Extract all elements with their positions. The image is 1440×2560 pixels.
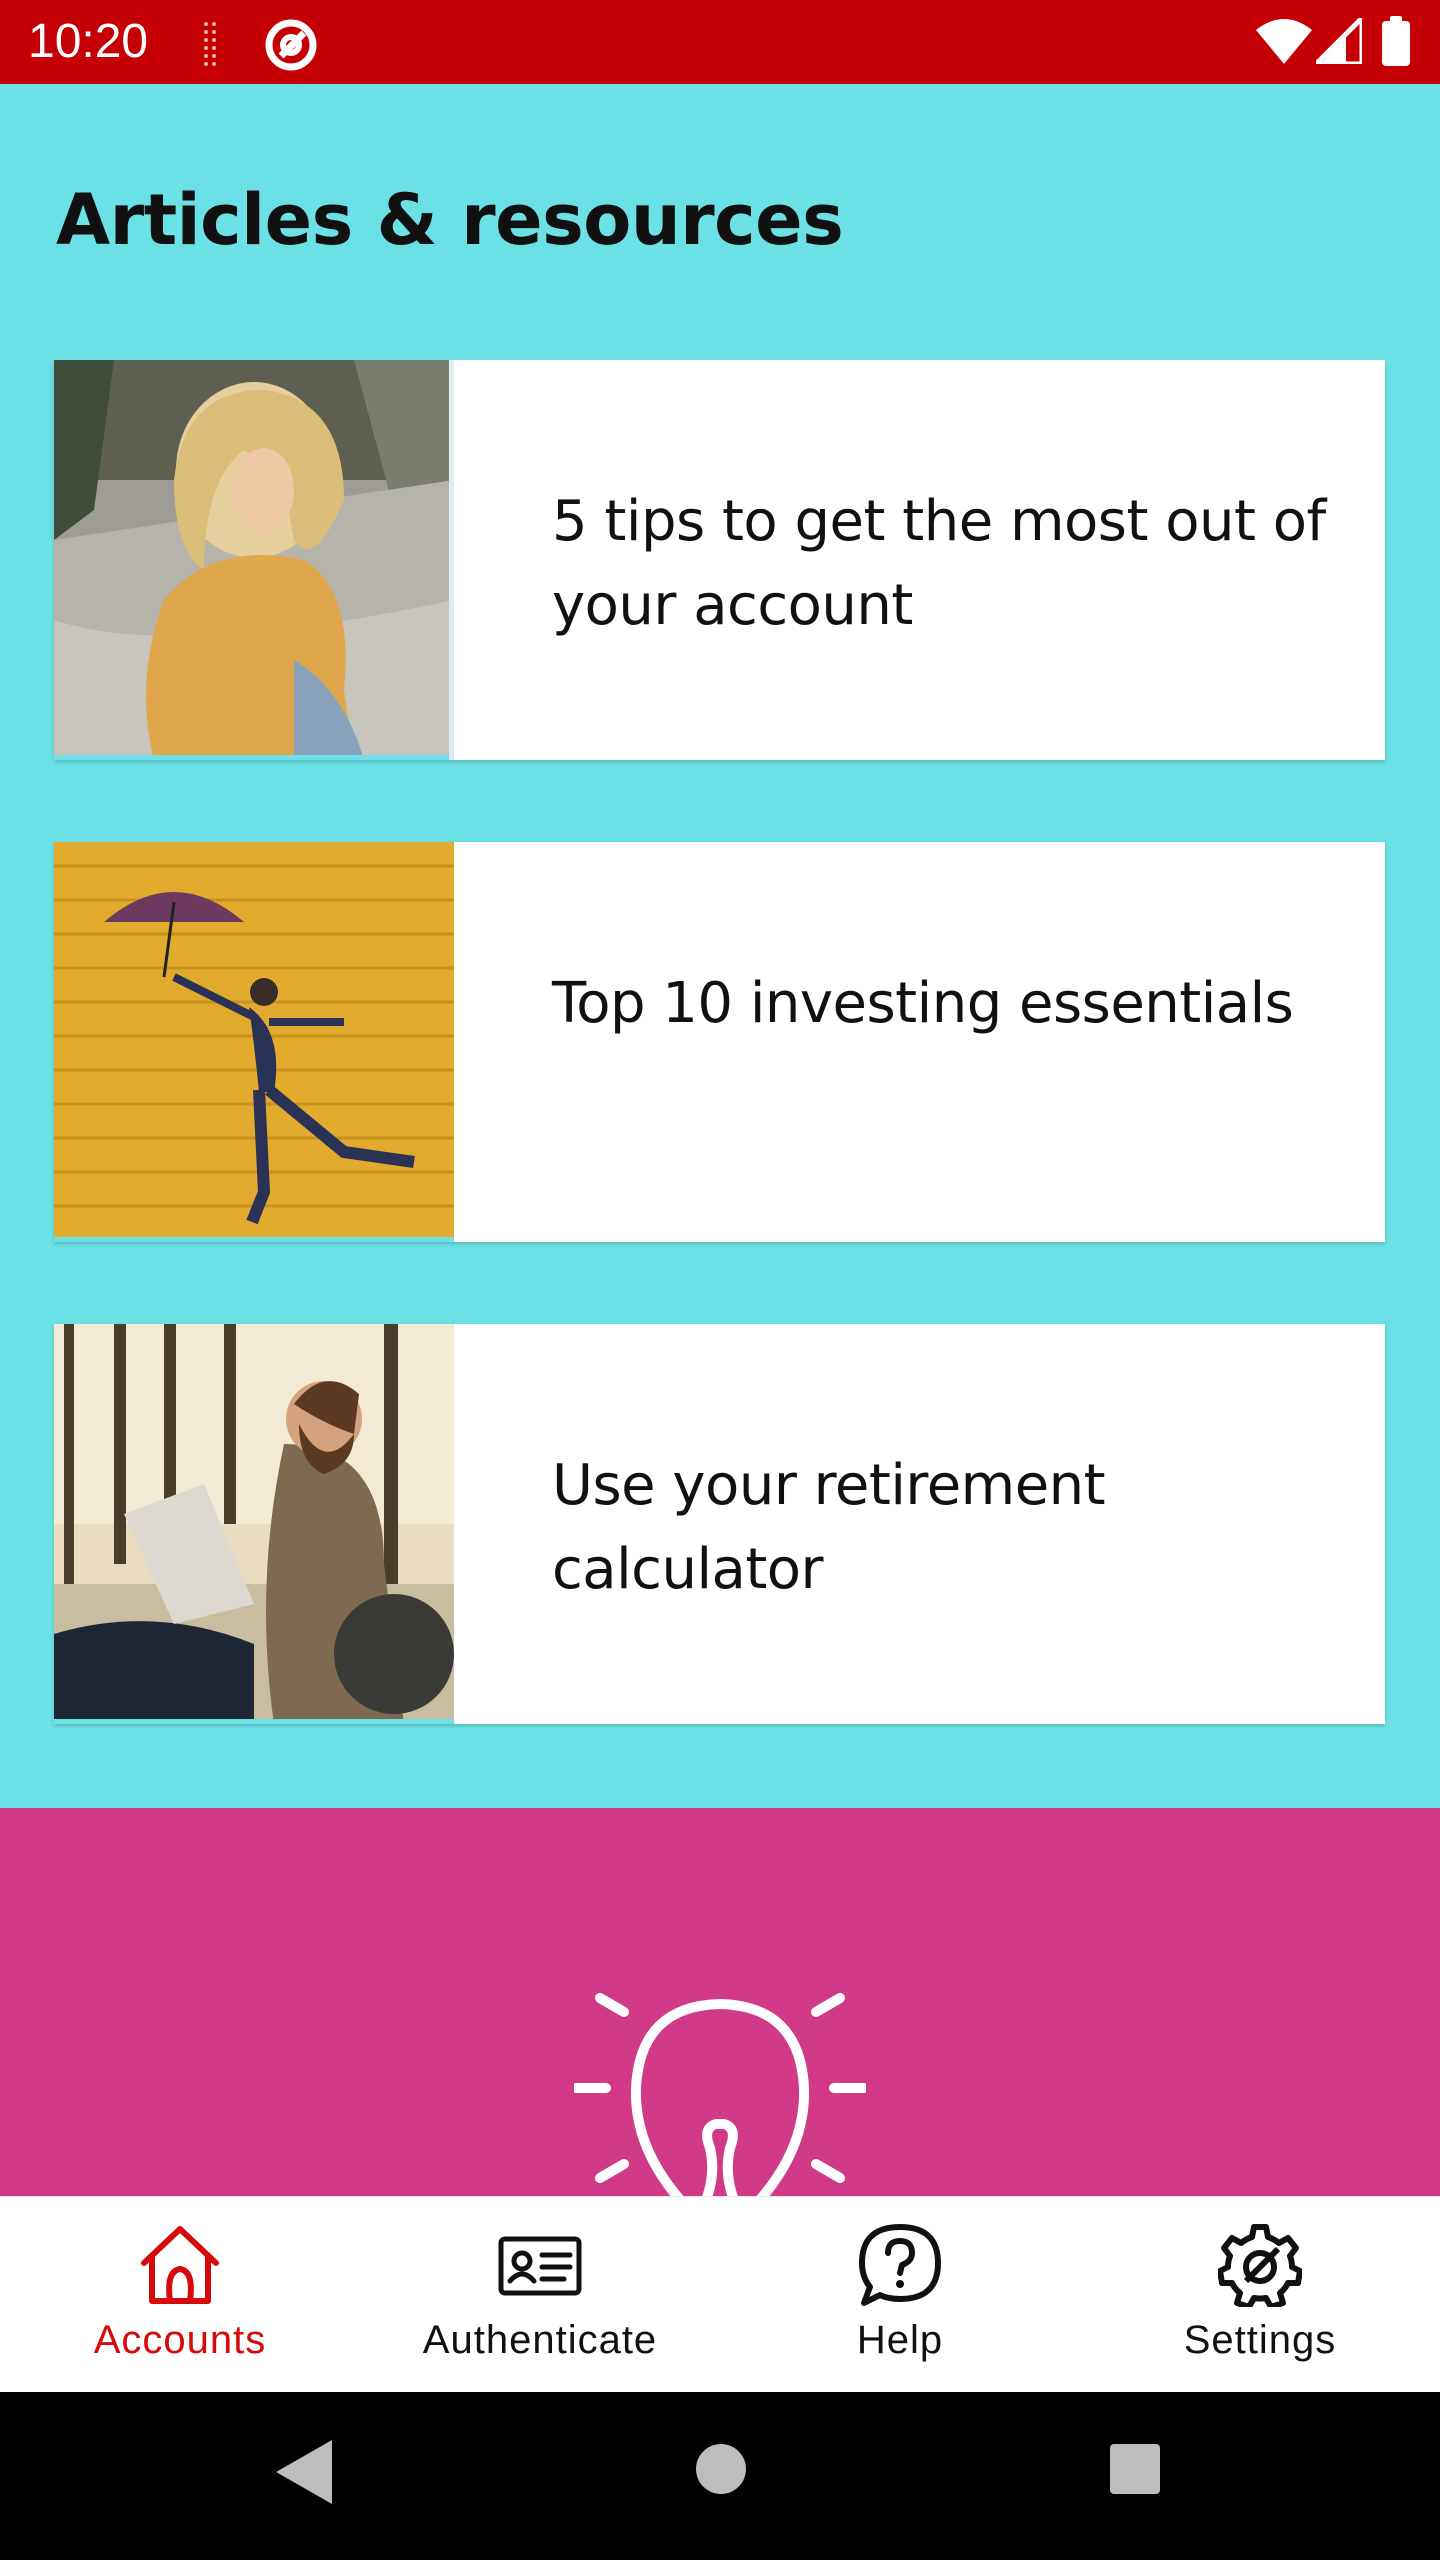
umbrella-jump-photo <box>54 842 454 1242</box>
article-card[interactable]: Use your retirement calculator <box>54 1324 1385 1724</box>
id-card-icon <box>498 2236 582 2296</box>
nav-label: Authenticate <box>422 2318 658 2362</box>
status-time: 10:20 <box>28 15 149 68</box>
wifi-icon <box>1256 19 1312 64</box>
nav-item-authenticate[interactable]: Authenticate <box>360 2197 720 2393</box>
article-title: 5 tips to get the most out of your accou… <box>552 489 1326 638</box>
article-title: Use your retirement calculator <box>552 1453 1106 1602</box>
battery-icon <box>1382 16 1410 66</box>
article-card[interactable]: 5 tips to get the most out of your accou… <box>54 360 1385 760</box>
lightbulb-icon <box>574 1993 866 2198</box>
status-bar: 10:20 <box>0 0 1440 84</box>
question-bubble-icon <box>859 2224 941 2306</box>
nav-label: Settings <box>1183 2318 1337 2362</box>
nav-item-accounts[interactable]: Accounts <box>0 2197 360 2393</box>
nav-label: Help <box>856 2318 944 2362</box>
gear-icon <box>1218 2224 1302 2307</box>
nav-label: Accounts <box>93 2318 267 2362</box>
promo-banner <box>0 1808 1440 2198</box>
system-nav-bar <box>0 2392 1440 2560</box>
man-laptop-photo <box>54 1324 454 1724</box>
home-circle-icon[interactable] <box>694 2442 748 2496</box>
article-card[interactable]: Top 10 investing essentials <box>54 842 1385 1242</box>
dots-icon <box>204 22 216 66</box>
article-title: Top 10 investing essentials <box>552 971 1294 1036</box>
nav-item-settings[interactable]: Settings <box>1080 2197 1440 2393</box>
signal-icon <box>1316 18 1362 64</box>
nav-item-help[interactable]: Help <box>720 2197 1080 2393</box>
home-icon <box>141 2226 219 2304</box>
back-icon[interactable] <box>272 2436 336 2508</box>
recents-icon[interactable] <box>1108 2442 1162 2496</box>
woman-photo <box>54 360 454 760</box>
app-notification-icon <box>265 19 317 71</box>
bottom-nav: Accounts Authenticate Help Settings <box>0 2196 1440 2392</box>
page-title: Articles & resources <box>56 179 844 261</box>
